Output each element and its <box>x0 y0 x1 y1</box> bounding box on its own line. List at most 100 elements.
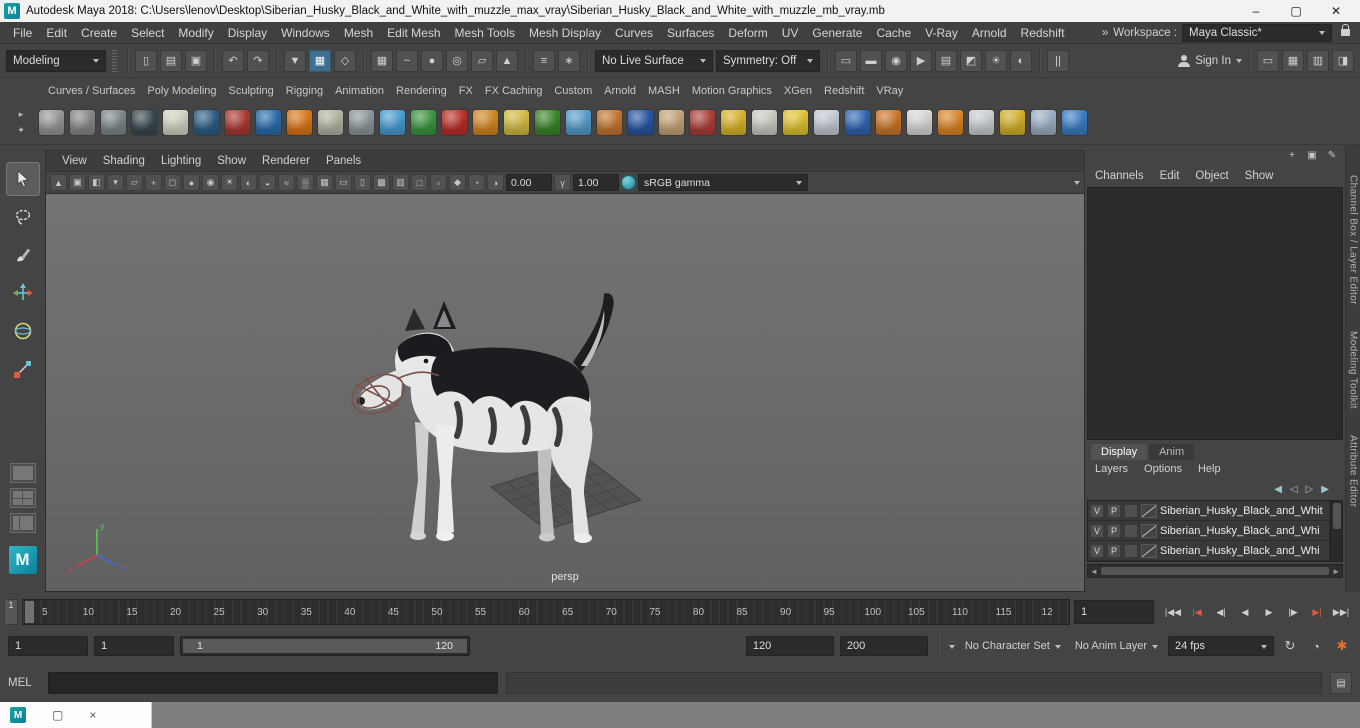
menu-item[interactable]: Surfaces <box>660 24 721 42</box>
mesh-light-icon[interactable] <box>317 109 344 136</box>
safe-title-icon[interactable]: ▫ <box>430 174 447 191</box>
new-empty-layer-icon[interactable]: ▷ <box>1306 484 1314 495</box>
move-layer-up-icon[interactable]: ◀ <box>1274 484 1282 495</box>
minimize-button[interactable]: – <box>1236 1 1276 21</box>
layout-two-pane-button[interactable] <box>10 513 36 533</box>
plane-icon[interactable] <box>813 109 840 136</box>
light-editor-icon[interactable]: ☀ <box>985 50 1007 72</box>
menu-item[interactable]: Redshift <box>1014 24 1072 42</box>
menu-item[interactable]: Mesh Display <box>522 24 608 42</box>
layer-name[interactable]: Siberian_Husky_Black_and_Whi <box>1160 525 1320 537</box>
shelf-tab[interactable]: Redshift <box>818 82 870 100</box>
gamma-field[interactable]: 1.00 <box>573 174 619 191</box>
screen-ao-icon[interactable]: ◒ <box>259 174 276 191</box>
cloud-icon[interactable] <box>1030 109 1057 136</box>
fur-icon[interactable] <box>441 109 468 136</box>
film-gate-icon[interactable]: ▭ <box>335 174 352 191</box>
current-frame-field[interactable]: 1 <box>1074 600 1154 624</box>
save-scene-icon[interactable]: ▣ <box>185 50 207 72</box>
shelf-tab[interactable]: Poly Modeling <box>141 82 222 100</box>
checker-sphere-icon[interactable] <box>472 109 499 136</box>
wireframe-mode-icon[interactable]: ◻ <box>164 174 181 191</box>
menu-item[interactable]: Edit Mesh <box>380 24 447 42</box>
channel-box-menu-item[interactable]: Show <box>1237 168 1282 184</box>
layout-single-pane-button[interactable] <box>10 463 36 483</box>
construction-history-icon[interactable]: ∗ <box>558 50 580 72</box>
layer-editor-tab[interactable]: Display <box>1091 444 1147 460</box>
menu-item[interactable]: Display <box>221 24 274 42</box>
checker-texture-icon[interactable] <box>906 109 933 136</box>
animation-end-field[interactable]: 200 <box>840 636 928 656</box>
chevron-down-icon[interactable] <box>1236 59 1242 66</box>
color-swatch-icon[interactable] <box>937 109 964 136</box>
dome-light-icon[interactable] <box>658 109 685 136</box>
auto-key-icon[interactable]: ◔ <box>1306 636 1326 656</box>
playback-start-field[interactable]: 1 <box>94 636 174 656</box>
sign-in-button[interactable]: Sign In <box>1195 55 1231 67</box>
select-hierarchy-icon[interactable]: ▼ <box>284 50 306 72</box>
tool-settings-toggle-icon[interactable]: ◨ <box>1332 50 1354 72</box>
shelf-tab[interactable]: Custom <box>548 82 598 100</box>
shelf-tab[interactable]: Rendering <box>390 82 453 100</box>
glass-sphere-icon[interactable] <box>627 109 654 136</box>
workspace-dropdown[interactable]: Maya Classic* <box>1182 24 1332 42</box>
shelf-gear-icon[interactable]: ✦ <box>13 124 29 136</box>
layer-color-swatch[interactable] <box>1141 544 1157 558</box>
scroll-right-icon[interactable]: ► <box>1332 567 1340 576</box>
animation-start-field[interactable]: 1 <box>8 636 88 656</box>
workspace-overflow-icon[interactable]: » <box>1102 27 1108 39</box>
taskbar-close-icon[interactable]: × <box>89 708 96 722</box>
step-back-frame-button[interactable]: ◀| <box>1210 601 1232 623</box>
shaded-mode-icon[interactable]: ● <box>183 174 200 191</box>
layer-color-swatch[interactable] <box>1141 504 1157 518</box>
snap-to-curve-icon[interactable]: ~ <box>396 50 418 72</box>
playback-end-field[interactable]: 120 <box>746 636 834 656</box>
menu-item[interactable]: Mesh <box>337 24 380 42</box>
channel-box-toggle-icon[interactable]: ▥ <box>1307 50 1329 72</box>
color-management-toggle[interactable] <box>621 175 636 190</box>
fire-icon[interactable] <box>286 109 313 136</box>
make-live-icon[interactable]: ▲ <box>496 50 518 72</box>
notes-icon[interactable] <box>162 109 189 136</box>
image-plane-icon[interactable]: ▱ <box>126 174 143 191</box>
channel-box-empty-area[interactable] <box>1087 187 1343 440</box>
layer-row[interactable]: V P Siberian_Husky_Black_and_Whi <box>1088 521 1329 541</box>
close-button[interactable]: ✕ <box>1316 1 1356 21</box>
menu-item[interactable]: Cache <box>869 24 918 42</box>
field-chart-icon[interactable]: ▥ <box>392 174 409 191</box>
panel-menu-item[interactable]: Lighting <box>153 153 209 169</box>
maximize-button[interactable]: ▢ <box>1276 1 1316 21</box>
grass-icon[interactable] <box>534 109 561 136</box>
render-current-frame-icon[interactable]: ▬ <box>860 50 882 72</box>
sidebar-vertical-tab[interactable]: Attribute Editor <box>1348 435 1359 508</box>
shadows-icon[interactable]: ◐ <box>240 174 257 191</box>
vray-shaded-sphere-icon[interactable] <box>38 109 65 136</box>
edit-pencil-icon[interactable]: ✎ <box>1325 148 1339 162</box>
sun-sky-icon[interactable] <box>782 109 809 136</box>
script-editor-icon[interactable]: ▤ <box>1330 672 1352 694</box>
layer-visibility-toggle[interactable]: V <box>1090 504 1104 518</box>
geo-sphere-icon[interactable] <box>503 109 530 136</box>
screen-layout-icon[interactable]: ▣ <box>1305 148 1319 162</box>
taskbar-maya-icon[interactable]: M <box>10 707 26 723</box>
panel-menu-item[interactable]: Shading <box>95 153 153 169</box>
panel-layout-icon[interactable]: ▦ <box>1282 50 1304 72</box>
ocean-sphere-icon[interactable] <box>844 109 871 136</box>
panel-menu-item[interactable]: View <box>54 153 95 169</box>
shelf-tab[interactable]: Arnold <box>598 82 642 100</box>
step-forward-frame-button[interactable]: |▶ <box>1282 601 1304 623</box>
anim-layer-dropdown[interactable]: No Anim Layer <box>1071 636 1162 656</box>
area-light-icon[interactable] <box>751 109 778 136</box>
shelf-tab[interactable]: FX Caching <box>479 82 548 100</box>
shelf-tab[interactable]: Animation <box>329 82 390 100</box>
isolate-select-icon[interactable]: ◆ <box>449 174 466 191</box>
channel-box-menu-item[interactable]: Edit <box>1152 168 1188 184</box>
rotate-tool[interactable] <box>7 315 39 347</box>
sidebar-vertical-tab[interactable]: Channel Box / Layer Editor <box>1348 175 1359 305</box>
menu-set-dropdown[interactable]: Modeling <box>6 50 106 72</box>
shelf-tab[interactable]: VRay <box>870 82 909 100</box>
layer-editor-menu-item[interactable]: Help <box>1190 462 1229 476</box>
xray-icon[interactable]: ◔ <box>468 174 485 191</box>
new-layer-from-selected-icon[interactable]: ▶ <box>1321 484 1329 495</box>
drag-handle[interactable] <box>112 50 117 72</box>
